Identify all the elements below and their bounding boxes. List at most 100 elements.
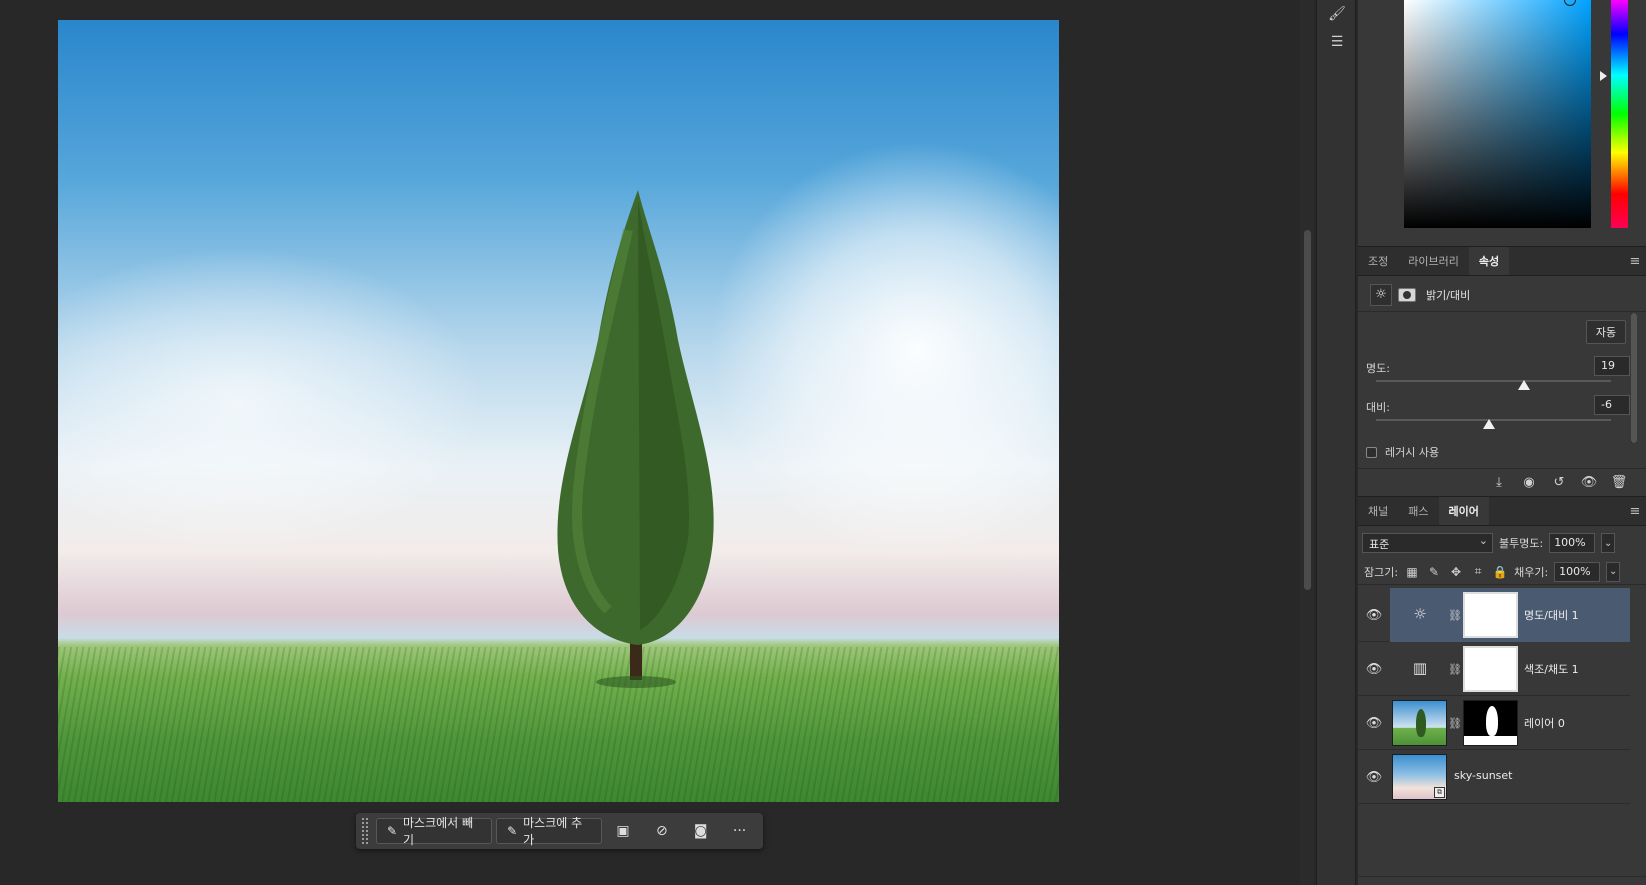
contrast-input[interactable]: -6 [1594,395,1630,415]
more-icon: ··· [732,823,747,839]
brush-presets-icon[interactable]: 🖌 [1317,0,1357,28]
layer-visibility-eye-icon[interactable]: 👁 [1358,588,1390,642]
properties-tab-bar: 조정 라이브러리 속성 ≡ [1358,246,1646,276]
brush-minus-icon: ✎ [386,824,397,838]
lock-transparent-icon[interactable]: ▦ [1404,564,1420,580]
auto-button[interactable]: 자동 [1586,320,1626,344]
view-mask-button[interactable]: ◙ [683,818,718,844]
brightness-adjustment-icon[interactable]: ☼ [1370,283,1392,306]
blend-mode-value: 표준 [1369,538,1390,551]
tab-label: 속성 [1478,255,1500,268]
link-chain-icon[interactable]: ⛓ [1448,605,1462,625]
opacity-input[interactable]: 100% [1549,533,1596,553]
hue-saturation-adjustment-icon: ▥ [1412,659,1428,677]
layer-visibility-eye-icon[interactable]: 👁 [1358,696,1390,750]
add-to-mask-label: 마스크에 추가 [523,816,583,847]
hue-slider[interactable] [1611,0,1628,228]
hue-slider-arrow[interactable] [1600,71,1607,81]
layer-visibility-eye-icon[interactable]: 👁 [1358,750,1390,804]
layer-list-end [1358,876,1646,885]
panel-menu-icon[interactable]: ≡ [1624,247,1646,275]
contrast-slider-knob[interactable] [1482,419,1495,429]
layer-row-body[interactable]: ⧉ sky-sunset [1390,750,1630,804]
thumbnail-tree [1416,709,1426,737]
tab-label: 레이어 [1448,505,1479,518]
mask-disable-icon: ⊘ [655,823,668,839]
blend-mode-select[interactable]: 표준 [1362,533,1493,553]
blend-row: 표준 불투명도: 100% ⌄ [1358,530,1646,556]
scroll-thumb[interactable] [1304,230,1311,590]
layer-mask-thumbnail[interactable] [1463,700,1518,746]
panel-menu-icon[interactable]: ≡ [1624,497,1646,525]
disable-mask-button[interactable]: ⊘ [644,818,679,844]
brightness-slider-track[interactable] [1376,380,1611,382]
clip-to-layer-icon[interactable]: ⤓ [1486,471,1512,495]
properties-title: 밝기/대비 [1426,288,1471,302]
layer-mask-thumbnail[interactable] [1463,592,1518,638]
tab-label: 채널 [1368,505,1389,518]
properties-scroll-thumb[interactable] [1631,313,1637,443]
tab-properties[interactable]: 속성 [1468,247,1510,275]
trash-icon[interactable]: 🗑 [1606,471,1632,495]
adjustments-sliders-icon[interactable]: ☰ [1317,28,1357,56]
properties-header: ☼ 밝기/대비 [1358,278,1646,312]
workspace-scrollbar[interactable] [1300,0,1314,885]
tab-label: 조정 [1368,255,1389,268]
legacy-checkbox[interactable] [1366,446,1377,458]
brightness-input[interactable]: 19 [1594,356,1630,376]
contextual-task-bar: ✎ 마스크에서 빼기 ✎ 마스크에 추가 ▣ ⊘ ◙ ··· [356,813,763,849]
layer-image-thumbnail[interactable]: ⧉ [1392,754,1447,800]
layer-name: sky-sunset [1454,769,1513,782]
layer-row-body[interactable]: ▥ ⛓ 색조/채도 1 [1390,642,1630,696]
document-workspace: ✎ 마스크에서 빼기 ✎ 마스크에 추가 ▣ ⊘ ◙ ··· [0,0,1300,885]
more-options-button[interactable]: ··· [722,818,757,844]
fill-label: 채우기: [1514,565,1549,579]
layer-row-body[interactable]: ⛓ 레이어 0 [1390,696,1630,750]
lock-image-brush-icon[interactable]: ✎ [1426,564,1442,580]
lock-all-icon[interactable]: 🔒 [1492,564,1508,580]
mask-icon[interactable] [1398,287,1416,302]
subtract-from-mask-button[interactable]: ✎ 마스크에서 빼기 [375,816,493,847]
visibility-eye-icon[interactable]: 👁 [1576,471,1602,495]
properties-scrollbar[interactable] [1631,313,1637,443]
lock-position-move-icon[interactable]: ✥ [1448,564,1464,580]
auto-label: 자동 [1595,326,1617,339]
fill-dropdown-icon[interactable]: ⌄ [1606,561,1621,582]
layer-row[interactable]: 👁 ▥ ⛓ 색조/채도 1 [1358,642,1630,696]
layer-row[interactable]: 👁 ⛓ 레이어 0 [1358,696,1630,750]
color-picker-panel [1358,0,1646,240]
layer-row[interactable]: 👁 ☼ ⛓ 명도/대비 1 [1358,588,1630,642]
tab-adjustments[interactable]: 조정 [1358,247,1398,275]
reset-icon[interactable]: ↺ [1546,471,1572,495]
opacity-dropdown-icon[interactable]: ⌄ [1601,533,1616,553]
layer-image-thumbnail[interactable] [1392,700,1447,746]
layer-row[interactable]: 👁 ⧉ sky-sunset [1358,750,1630,804]
layer-visibility-eye-icon[interactable]: 👁 [1358,642,1390,696]
mask-options-button[interactable]: ▣ [606,818,641,844]
legacy-checkbox-row[interactable]: 레거시 사용 [1366,444,1439,460]
tab-libraries[interactable]: 라이브러리 [1398,247,1469,275]
tab-paths[interactable]: 패스 [1398,497,1438,525]
document-canvas[interactable] [58,20,1059,802]
lock-label: 잠그기: [1364,565,1399,579]
cloud-left [58,250,478,550]
view-previous-state-icon[interactable]: ◉ [1516,471,1542,495]
layer-mask-thumbnail[interactable] [1463,646,1518,692]
color-saturation-field[interactable] [1404,0,1591,228]
tab-layers[interactable]: 레이어 [1438,497,1489,525]
link-chain-icon[interactable]: ⛓ [1448,713,1462,733]
tab-label: 라이브러리 [1408,255,1459,268]
fill-input[interactable]: 100% [1554,561,1601,582]
layer-name: 명도/대비 1 [1524,609,1579,622]
mask-ground-shape [1464,736,1517,745]
legacy-label: 레거시 사용 [1385,446,1440,459]
drag-handle[interactable] [362,818,368,844]
right-panel-dock: 조정 라이브러리 속성 ≡ ☼ 밝기/대비 자동 명도: 19 대비: -6 레… [1358,0,1646,885]
link-chain-icon[interactable]: ⛓ [1448,659,1462,679]
lock-artboard-icon[interactable]: ⌗ [1470,564,1486,580]
tab-channels[interactable]: 채널 [1358,497,1398,525]
add-to-mask-button[interactable]: ✎ 마스크에 추가 [496,816,602,847]
layer-row-body[interactable]: ☼ ⛓ 명도/대비 1 [1390,588,1630,642]
brightness-slider-knob[interactable] [1518,380,1531,390]
subtract-from-mask-label: 마스크에서 빼기 [403,816,474,847]
